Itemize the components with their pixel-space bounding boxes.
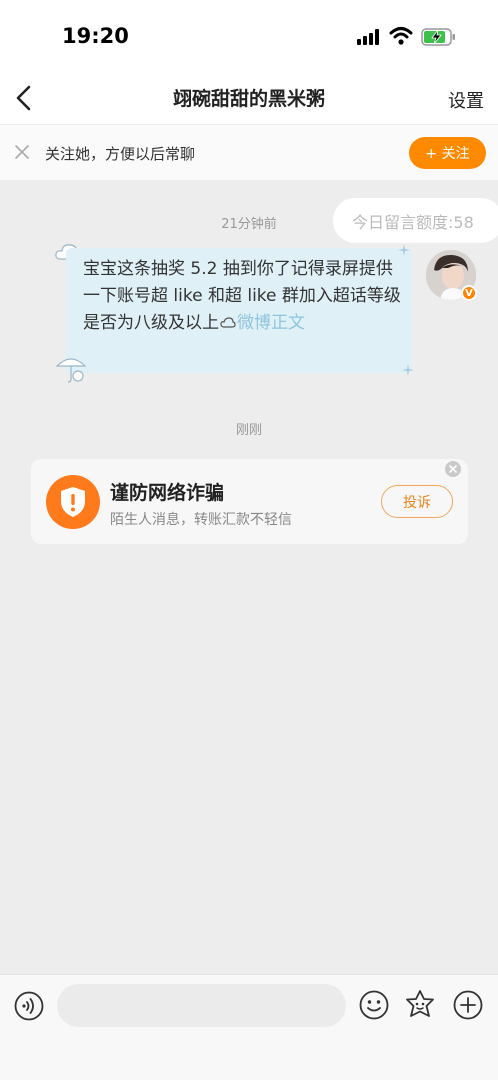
fraud-title: 谨防网络诈骗 [110,482,225,504]
sparkle-icon [398,244,410,256]
report-button[interactable]: 投诉 [381,485,453,518]
close-icon[interactable] [445,461,461,477]
sparkle-icon [402,364,414,376]
page-title: 翊碗甜甜的黑米粥 [172,88,325,110]
chat-screen: 19:20 翊碗甜甜的黑米粥 设置 关注她，方便以后常聊 + 关注 21分钟前 … [0,0,498,1080]
chevron-left-icon [16,85,31,111]
follow-button[interactable]: + 关注 [409,137,486,169]
signal-icon [357,29,379,45]
umbrella-decoration-icon [55,358,87,383]
follow-hint: 关注她，方便以后常聊 [45,145,196,163]
back-button[interactable] [8,78,42,118]
sticker-icon[interactable] [404,989,436,1021]
message-timestamp-now: 刚刚 [235,423,262,438]
nav-bar: 翊碗甜甜的黑米粥 设置 [0,74,498,124]
status-time: 19:20 [62,24,129,48]
settings-button[interactable]: 设置 [448,87,484,113]
fraud-subtitle: 陌生人消息，转账汇款不轻信 [110,512,292,528]
close-icon[interactable] [13,143,31,161]
quota-pill: 今日留言额度:58 [333,198,498,243]
message-input[interactable] [57,984,346,1027]
fraud-warning-card: 谨防网络诈骗 陌生人消息，转账汇款不轻信 投诉 [31,459,468,544]
follow-bar: 关注她，方便以后常聊 + 关注 [0,124,498,180]
status-bar: 19:20 [0,0,498,74]
plus-icon[interactable] [453,990,483,1020]
cloud-inline-icon [220,317,236,328]
voice-icon[interactable] [14,991,44,1021]
shield-icon [46,475,100,529]
input-bar [0,974,498,1080]
weibo-link[interactable]: 微博正文 [237,313,305,333]
verified-badge: V [461,285,477,301]
wifi-icon [389,27,413,45]
emoji-icon[interactable] [359,990,389,1020]
battery-charging-icon [421,28,455,46]
message-bubble[interactable]: 宝宝这条抽奖 5.2 抽到你了记得录屏提供一下账号超 like 和超 like … [66,248,412,373]
